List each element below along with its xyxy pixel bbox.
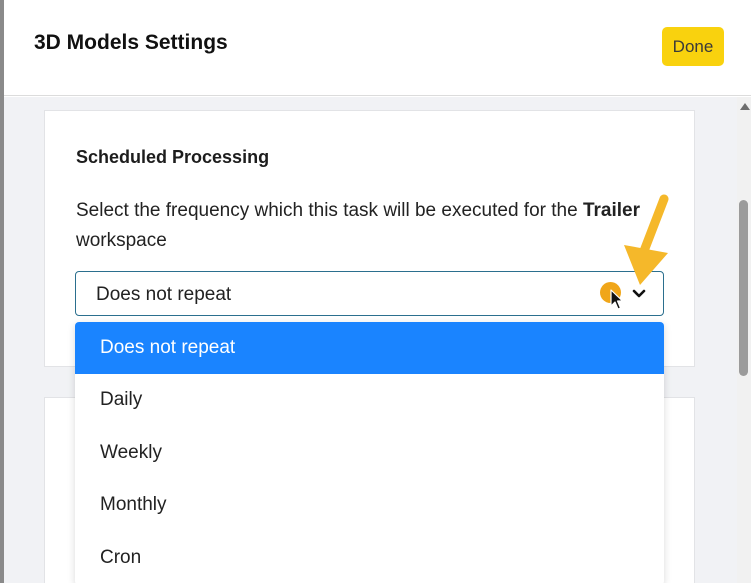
option-daily[interactable]: Daily — [75, 374, 664, 426]
card-description: Select the frequency which this task wil… — [76, 196, 656, 256]
frequency-dropdown-menu: Does not repeat Daily Weekly Monthly Cro… — [75, 322, 664, 583]
done-button[interactable]: Done — [662, 27, 724, 66]
description-prefix: Select the frequency which this task wil… — [76, 200, 578, 221]
option-does-not-repeat[interactable]: Does not repeat — [75, 322, 664, 374]
vertical-scrollbar[interactable] — [737, 97, 751, 583]
annotation-arrow-icon — [624, 194, 669, 285]
scroll-thumb[interactable] — [739, 200, 748, 376]
frequency-select[interactable]: Does not repeat — [75, 271, 664, 316]
description-suffix: workspace — [76, 230, 167, 251]
option-weekly[interactable]: Weekly — [75, 427, 664, 479]
modal-header: 3D Models Settings Done — [4, 0, 751, 96]
option-monthly[interactable]: Monthly — [75, 479, 664, 531]
card-title: Scheduled Processing — [76, 147, 270, 167]
frequency-select-value: Does not repeat — [96, 284, 232, 305]
scroll-up-icon[interactable] — [740, 103, 750, 110]
page-title: 3D Models Settings — [34, 31, 228, 54]
option-cron[interactable]: Cron — [75, 532, 664, 583]
